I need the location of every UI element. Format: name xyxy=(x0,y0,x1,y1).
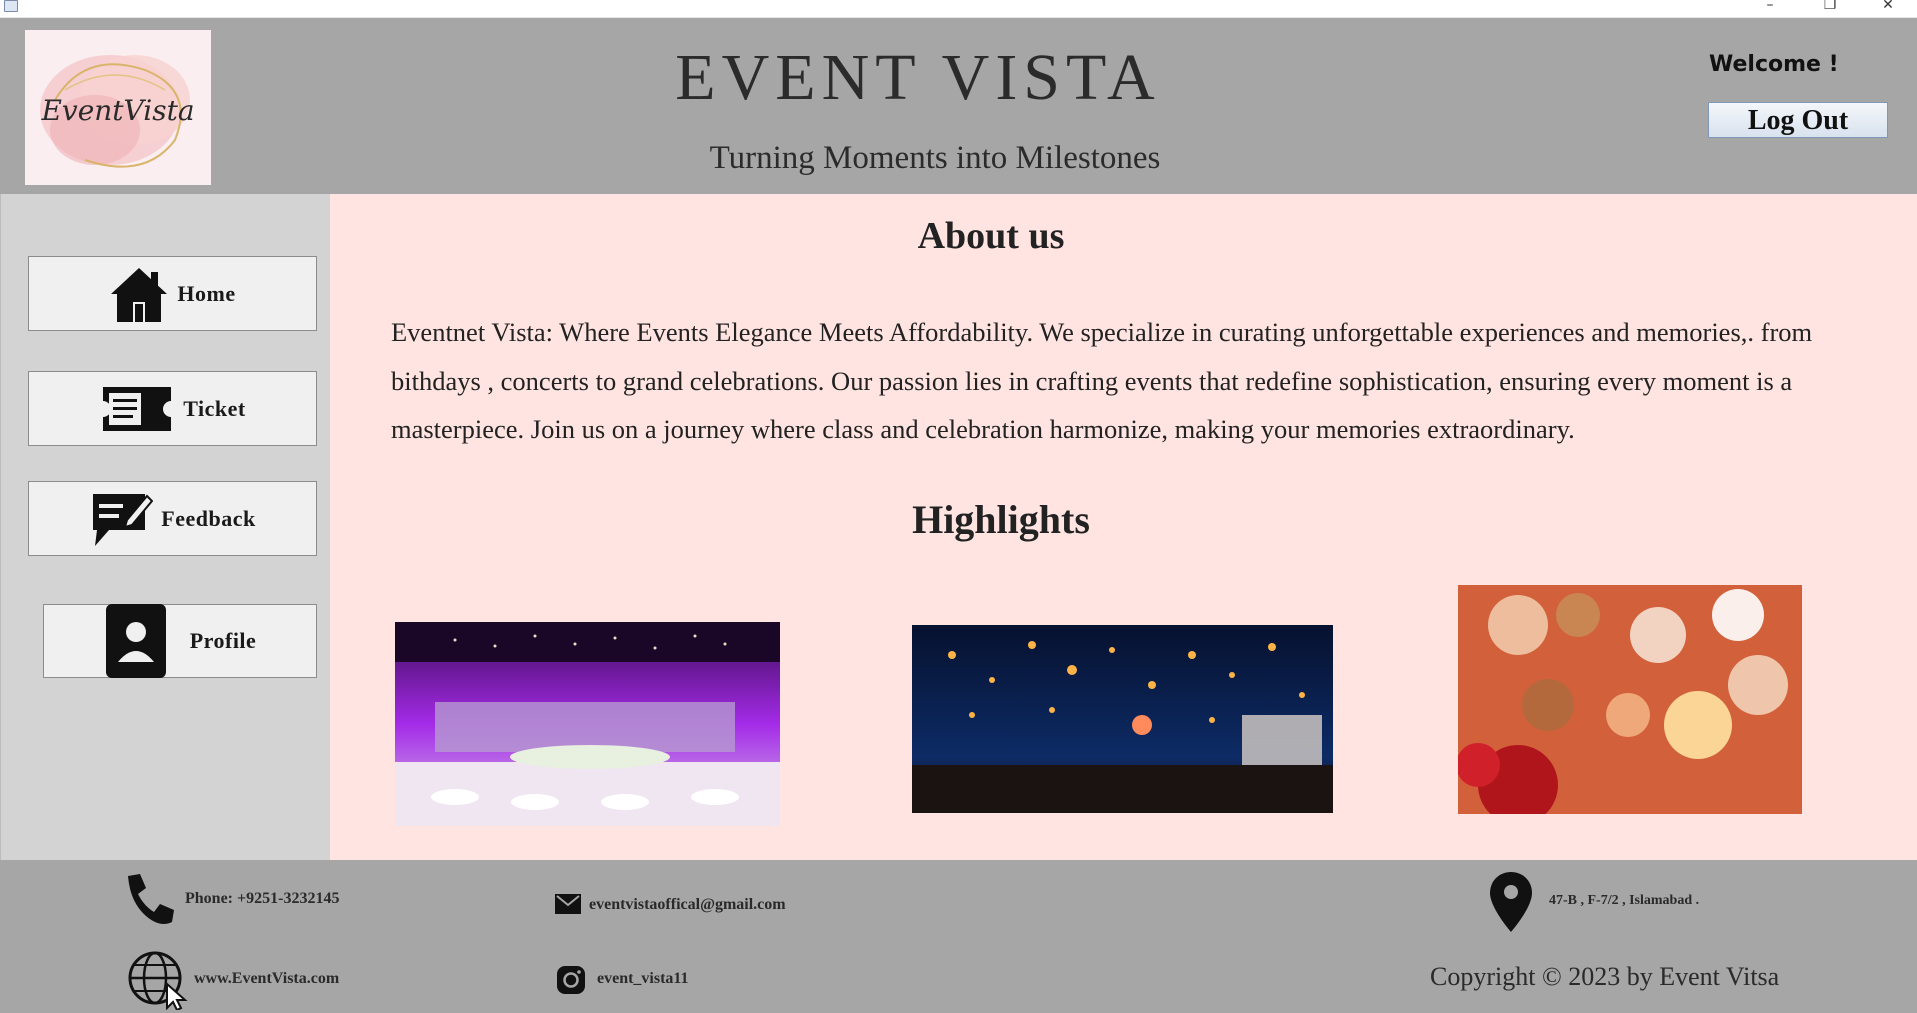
instagram-icon xyxy=(557,966,585,994)
welcome-text: Welcome ! xyxy=(1709,52,1839,77)
window-title-bar xyxy=(0,0,1917,18)
highlight-image-wedding-hall xyxy=(395,622,780,826)
close-button[interactable]: ✕ xyxy=(1868,0,1908,16)
location-pin-icon xyxy=(1490,872,1532,932)
footer-website[interactable]: www.EventVista.com xyxy=(194,970,339,988)
logo: EventVista xyxy=(25,30,211,185)
feedback-icon xyxy=(93,493,154,546)
about-text: Eventnet Vista: Where Events Elegance Me… xyxy=(391,317,1813,444)
sidebar-item-label: Profile xyxy=(189,628,257,653)
sidebar-item-profile[interactable]: Profile xyxy=(43,604,317,678)
phone-icon xyxy=(128,874,174,924)
maximize-button[interactable]: ❐ xyxy=(1810,0,1850,16)
minimize-button[interactable]: – xyxy=(1750,0,1790,16)
logo-image: EventVista xyxy=(40,55,195,168)
app-icon xyxy=(4,0,18,12)
highlight-image-lantern-festival xyxy=(912,625,1333,813)
svg-text:EventVista: EventVista xyxy=(40,94,194,127)
email-icon xyxy=(555,894,581,914)
footer-instagram[interactable]: event_vista11 xyxy=(597,970,689,988)
highlights-heading: Highlights xyxy=(912,497,1090,542)
sidebar-item-home[interactable]: Home xyxy=(28,256,317,331)
profile-icon xyxy=(105,604,166,678)
about-heading: About us xyxy=(917,215,1065,257)
home-icon xyxy=(111,267,168,322)
footer-copyright: Copyright © 2023 by Event Vitsa xyxy=(1430,962,1780,991)
footer-phone: Phone: +9251-3232145 xyxy=(185,890,340,907)
sidebar-item-label: Feedback xyxy=(161,505,256,531)
ticket-icon xyxy=(103,386,172,431)
globe-icon xyxy=(128,951,188,1010)
sidebar-item-label: Ticket xyxy=(183,395,246,421)
footer-address: 47-B , F-7/2 , Islamabad . xyxy=(1549,893,1700,908)
site-title: EVENT VISTA xyxy=(675,41,1161,114)
logout-button[interactable]: Log Out xyxy=(1708,102,1888,138)
sidebar-item-label: Home xyxy=(177,280,236,306)
footer-email[interactable]: eventvistaoffical@gmail.com xyxy=(589,896,786,914)
site-tagline: Turning Moments into Milestones xyxy=(709,140,1161,176)
sidebar-item-feedback[interactable]: Feedback xyxy=(28,481,317,556)
highlight-image-balloon-decor xyxy=(1458,585,1802,814)
sidebar-item-ticket[interactable]: Ticket xyxy=(28,371,317,446)
